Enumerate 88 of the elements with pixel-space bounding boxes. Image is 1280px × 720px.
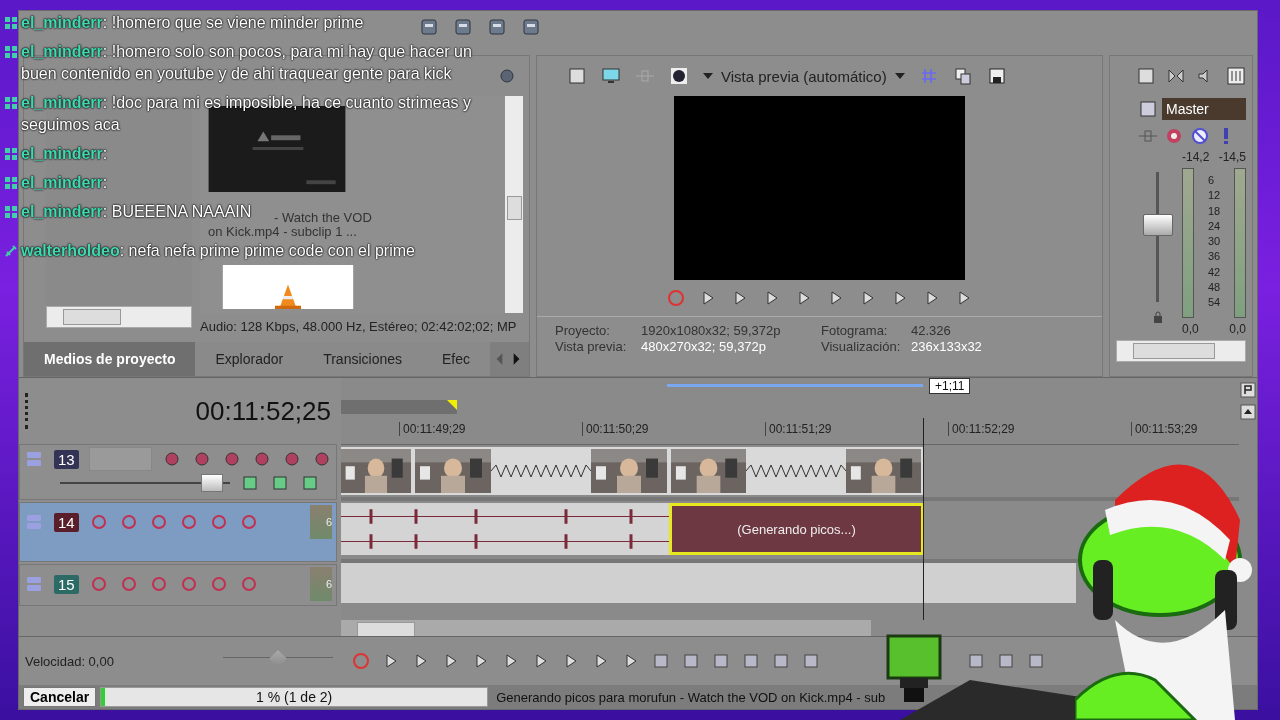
scale-label: 48 [1207,280,1221,293]
info-label: Visualización: [821,339,902,354]
badge-icon [4,205,18,219]
slider-handle[interactable] [200,474,223,492]
peak-value: -14,2 [1182,150,1210,164]
scale-label: 36 [1207,250,1221,263]
scale-label: 6 [1207,174,1215,186]
tab[interactable]: Transiciones [303,342,423,376]
level-reading: 0,0 [1229,322,1246,336]
caret-icon [703,73,713,79]
empty-track-lane[interactable] [341,563,1076,603]
properties-icon[interactable] [1136,66,1156,86]
monitor-icon[interactable] [601,66,621,86]
badge-icon [4,176,18,190]
track-icon[interactable] [1138,99,1158,119]
scale-label: 24 [1207,219,1221,232]
scale-label: 42 [1207,265,1221,278]
status-message: Generando picos para morufun - Watch the VOD on Kick.mp4 - sub [496,689,886,705]
file-caption: - Watch the VOD [274,211,372,225]
tab[interactable]: Medios de proyecto [24,342,196,376]
badge-icon [4,16,18,30]
time-ruler[interactable]: 00:11:49;29 00:11:50;29 00:11:51;29 00:11:52;29 00:11:53;29 [341,414,1239,445]
ruler-label: 00:11:52;29 [948,422,1015,436]
chat-message: el_minderr: [21,173,108,193]
track-number: 13 [54,449,79,469]
progress-text: 1 % (1 de 2) [256,689,333,705]
lock-icon[interactable] [966,651,986,671]
track-header[interactable]: 13 [19,444,337,500]
file-caption: on Kick.mp4 - subclip 1 ... [208,225,357,239]
chat-message: el_minderr: !homero solo son pocos, para mi hay que hacer un buen contenido en youtube y de ahi traquear gente para kick [21,42,473,84]
scroll-up-icon[interactable] [1240,404,1256,420]
marker-flag-icon[interactable] [1240,382,1256,398]
copy-snapshot-icon[interactable] [952,66,973,86]
scrollbar[interactable] [46,306,192,328]
info-label: Fotograma: [821,323,889,338]
chat-message: walterholdeo: nefa nefa prime prime code con el prime [21,241,415,261]
properties-icon[interactable] [567,66,587,86]
badge-icon [4,96,18,110]
video-event[interactable] [341,447,924,495]
cancel-button[interactable]: Cancelar [23,687,97,707]
save-icon[interactable] [986,66,1007,86]
info-label: Proyecto: [555,323,611,338]
scale-label: 54 [1207,296,1221,308]
track-header[interactable]: 15 6 [19,564,337,606]
scrollbar[interactable] [1116,340,1246,362]
chat-message: el_minderr: BUEEENA NAAAIN [21,202,252,222]
bus-name: Master [1162,98,1246,120]
scrollbar[interactable] [505,96,523,313]
sword-icon [4,244,18,258]
track-header[interactable]: 14 6 [19,502,337,562]
scale-label: 30 [1207,235,1221,247]
track-number: 14 [54,512,79,532]
lock-icon[interactable] [1152,310,1164,324]
info-value: 236x133x32 [911,339,983,354]
chat-message: el_minderr: [21,144,108,164]
info-value: 42.326 [911,323,952,338]
loop-length: +1;11 [929,378,971,394]
track-meter: 6 [310,567,332,601]
ruler-label: 00:11:51;29 [765,422,832,436]
ruler-label: 00:11:50;29 [582,422,649,436]
tab[interactable]: Efec [422,342,491,376]
timecode: 00:11:52;25 [195,395,331,427]
info-value: 480x270x32; 59,372p [641,339,768,354]
track-number: 15 [54,574,79,594]
badge-icon [4,147,18,161]
scale-label: 18 [1207,204,1221,217]
peak-value: -14,5 [1218,150,1246,164]
mixer-icon[interactable] [1226,66,1246,86]
info-label: Vista previa: [555,339,628,354]
scrollbar[interactable] [341,620,871,636]
audio-event[interactable] [341,503,669,555]
ruler-label: 00:11:53;29 [1131,422,1198,436]
mascot-drawing [884,632,944,702]
audio-event[interactable]: (Generando picos...) [669,503,924,555]
badge-icon [4,45,18,59]
tab[interactable]: Explorador [195,342,304,376]
chat-message: el_minderr: !homero que se viene minder prime [21,13,364,33]
info-value: 1920x1080x32; 59,372p [641,323,782,338]
level-reading: 0,0 [1182,322,1199,336]
preview-quality-dropdown[interactable]: Vista previa (automático) [703,67,905,85]
split-screen-icon[interactable] [669,66,689,86]
scale-label: 12 [1207,189,1221,202]
track-meter: 6 [310,505,332,539]
fader-handle[interactable] [1143,214,1173,236]
speed-label: Velocidad: 0,00 [25,653,114,669]
file-info: Audio: 128 Kbps, 48.000 Hz, Estéreo; 02:42:02;02; MP [200,318,518,336]
caret-icon [894,73,905,79]
ruler-label: 00:11:49;29 [399,422,466,436]
